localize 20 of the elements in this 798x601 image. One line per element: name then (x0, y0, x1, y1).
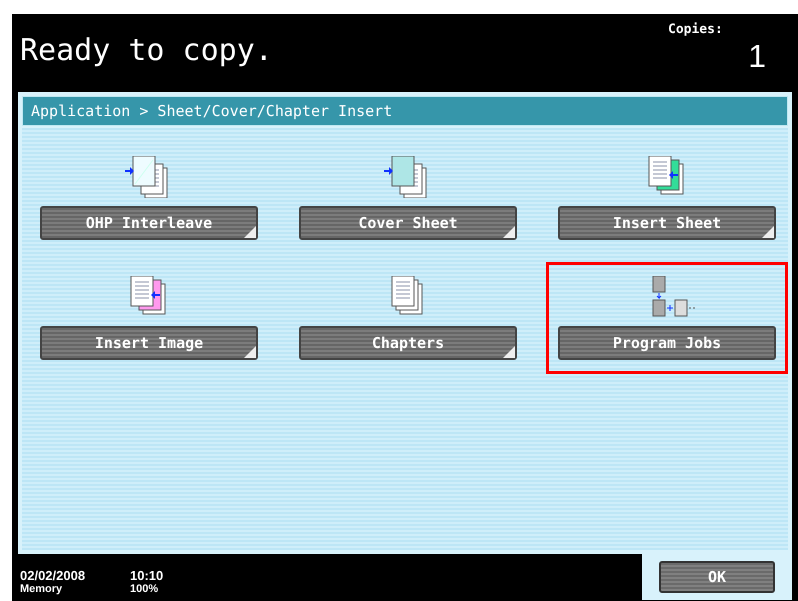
copies-label: Copies: (668, 21, 723, 39)
corner-mark-icon (503, 346, 515, 358)
breadcrumb-bar: Application > Sheet/Cover/Chapter Insert (22, 96, 788, 126)
ok-button[interactable]: OK (659, 561, 775, 593)
status-message: Ready to copy. (20, 32, 273, 68)
memory-value: 100% (130, 583, 160, 595)
function-button[interactable]: Program Jobs (558, 326, 776, 360)
corner-mark-icon (244, 226, 256, 238)
corner-mark-icon (503, 226, 515, 238)
copies-count: 1 (748, 40, 766, 72)
time-text: 10:10 (130, 568, 164, 583)
function-button[interactable]: Insert Sheet (558, 206, 776, 240)
corner-mark-icon (244, 346, 256, 358)
function-button[interactable]: Insert Image (40, 326, 258, 360)
function-button[interactable]: OHP Interleave (40, 206, 258, 240)
memory-label: Memory (20, 583, 64, 595)
function-button[interactable]: Chapters (299, 326, 517, 360)
function-button[interactable]: Cover Sheet (299, 206, 517, 240)
corner-mark-icon (762, 226, 774, 238)
date-text: 02/02/2008 (20, 568, 86, 583)
